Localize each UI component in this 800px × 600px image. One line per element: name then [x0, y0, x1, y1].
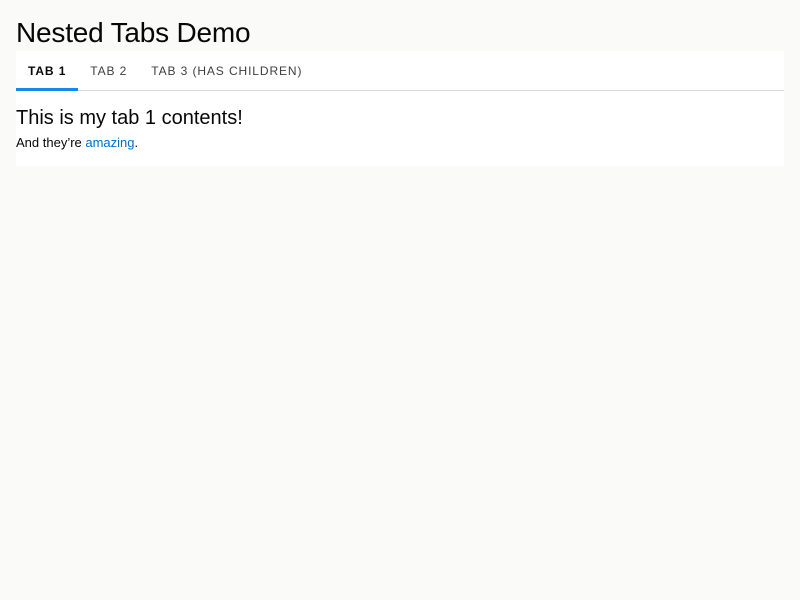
tab-1[interactable]: Tab 1	[16, 51, 79, 91]
page: Nested Tabs Demo Tab 1 Tab 2 Tab 3 (Has …	[0, 0, 800, 600]
tab-3[interactable]: Tab 3 (Has Children)	[139, 51, 314, 90]
tab-1-label: Tab 1	[28, 63, 67, 78]
panel-heading: This is my tab 1 contents!	[16, 107, 243, 129]
panel-text-after: .	[134, 135, 139, 150]
tabset: Tab 1 Tab 2 Tab 3 (Has Children) This is…	[16, 51, 784, 166]
tab-1-panel: This is my tab 1 contents! And they’re a…	[16, 91, 784, 151]
tab-2[interactable]: Tab 2	[78, 51, 139, 90]
panel-text-before: And they’re	[16, 135, 86, 150]
tab-2-label: Tab 2	[90, 63, 128, 78]
amazing-link[interactable]: amazing	[85, 135, 134, 150]
tab-3-label: Tab 3 (Has Children)	[151, 63, 303, 78]
page-title: Nested Tabs Demo	[16, 17, 251, 48]
tab-bar: Tab 1 Tab 2 Tab 3 (Has Children)	[16, 51, 784, 91]
panel-text: And they’re amazing.	[16, 135, 784, 151]
